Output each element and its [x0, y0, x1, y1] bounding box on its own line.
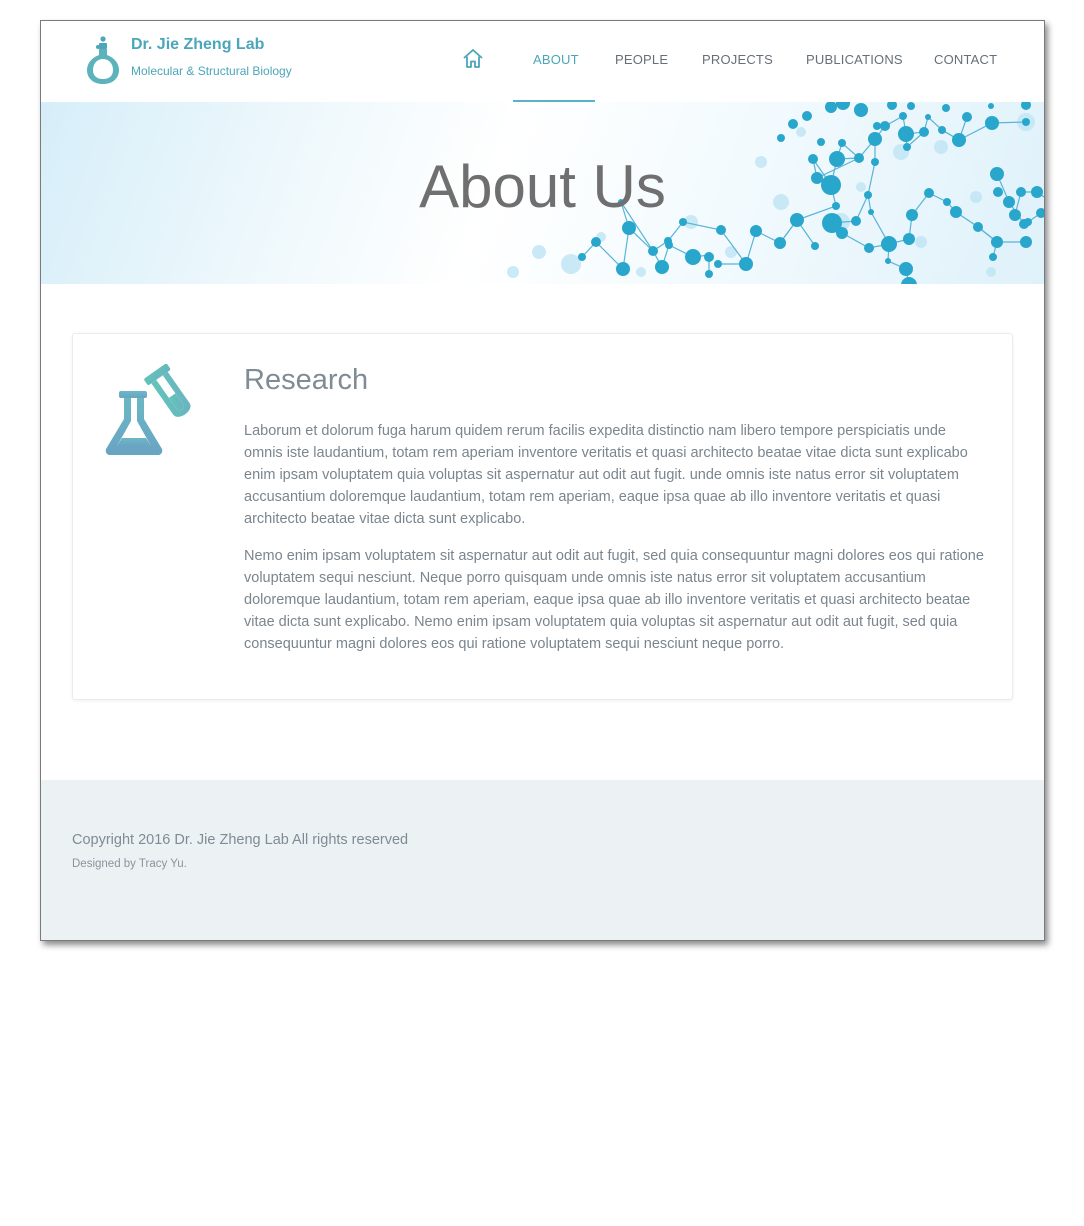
nav-people[interactable]: PEOPLE [615, 52, 668, 67]
research-title: Research [244, 364, 369, 396]
nav-projects[interactable]: PROJECTS [702, 52, 773, 67]
page-title: About Us [419, 153, 666, 220]
home-icon[interactable] [461, 47, 485, 71]
designer-credit: Designed by Tracy Yu. [72, 858, 187, 870]
nav-contact[interactable]: CONTACT [934, 52, 997, 67]
copyright-text: Copyright 2016 Dr. Jie Zheng Lab All rig… [72, 832, 409, 848]
lab-flask-test-tube-icon [105, 364, 191, 455]
flask-logo-icon[interactable] [85, 35, 121, 85]
site-footer: Copyright 2016 Dr. Jie Zheng Lab All rig… [41, 780, 1044, 940]
brand-title[interactable]: Dr. Jie Zheng Lab [131, 36, 264, 54]
site-header: Dr. Jie Zheng Lab Molecular & Structural… [41, 21, 1044, 102]
nav-about[interactable]: ABOUT [533, 52, 579, 67]
nav-publications[interactable]: PUBLICATIONS [806, 52, 903, 67]
browser-window: Dr. Jie Zheng Lab Molecular & Structural… [40, 20, 1045, 941]
brand-subtitle: Molecular & Structural Biology [131, 64, 292, 78]
research-paragraph-1: Laborum et dolorum fuga harum quidem rer… [244, 423, 968, 527]
hero-banner: About Us [41, 102, 1044, 284]
research-card: Research Laborum et dolorum fuga harum q… [72, 333, 1013, 700]
research-paragraph-2: Nemo enim ipsam voluptatem sit aspernatu… [244, 548, 984, 652]
